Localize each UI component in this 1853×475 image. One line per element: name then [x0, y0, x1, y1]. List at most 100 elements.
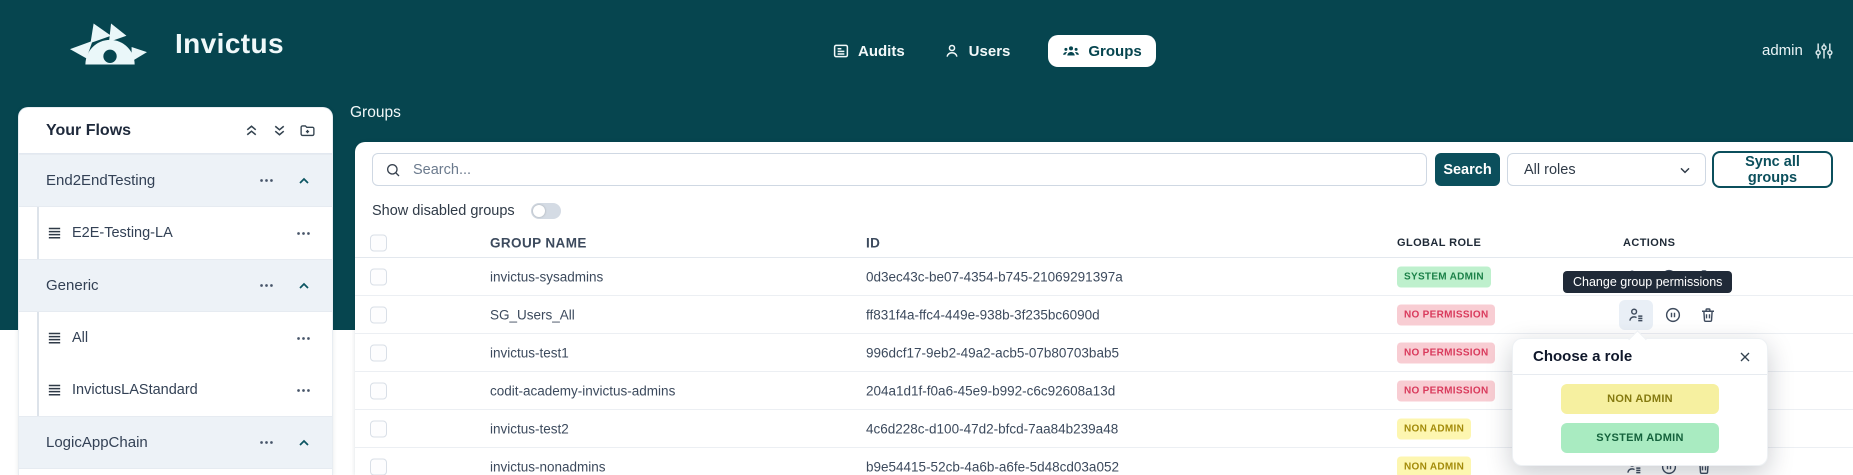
show-disabled-label: Show disabled groups — [372, 203, 515, 219]
change-permissions-tooltip: Change group permissions — [1563, 271, 1732, 293]
sidebar-flow-group[interactable]: LogicAppChain — [19, 416, 332, 469]
show-disabled-row: Show disabled groups — [372, 202, 561, 219]
add-folder-icon[interactable] — [299, 122, 316, 139]
chevron-down-icon — [1677, 162, 1693, 178]
row-checkbox[interactable] — [370, 420, 387, 437]
sidebar-flow-group[interactable]: End2EndTesting — [19, 154, 332, 207]
more-options-icon[interactable] — [295, 330, 312, 347]
sidebar-toolbar — [243, 122, 316, 139]
row-checkbox[interactable] — [370, 344, 387, 361]
indent-line — [37, 312, 39, 364]
group-id-cell: 204a1d1f-f0a6-45e9-b992-c6c92608a13d — [866, 383, 1115, 398]
more-options-icon[interactable] — [295, 225, 312, 242]
flow-item-label: E2E-Testing-LA — [72, 225, 295, 241]
sidebar-flow-item[interactable]: InvictusLAStandard — [19, 364, 332, 416]
groups-icon — [1062, 42, 1080, 60]
tab-users[interactable]: Users — [943, 42, 1011, 60]
sidebar-flow-item[interactable]: All — [19, 312, 332, 364]
row-checkbox[interactable] — [370, 306, 387, 323]
tab-groups[interactable]: Groups — [1048, 35, 1155, 67]
role-option-non-admin[interactable]: NON ADMIN — [1561, 384, 1719, 414]
current-user-label[interactable]: admin — [1762, 42, 1803, 59]
role-badge: NON ADMIN — [1397, 418, 1471, 439]
sidebar-header: Your Flows — [19, 108, 332, 154]
delete-group-button[interactable] — [1693, 300, 1723, 330]
sidebar-flow-group[interactable]: Generic — [19, 259, 332, 312]
flow-list-icon — [46, 382, 63, 399]
pause-circle-icon — [1664, 306, 1682, 324]
row-checkbox[interactable] — [370, 382, 387, 399]
select-all-checkbox[interactable] — [370, 234, 387, 251]
role-badge: NON ADMIN — [1397, 456, 1471, 475]
group-id-cell: 996dcf17-9eb2-49a2-acb5-07b80703bab5 — [866, 345, 1119, 360]
global-role-cell: NO PERMISSION — [1397, 342, 1495, 363]
group-id-cell: 4c6d228c-d100-47d2-bfcd-7aa84b239a48 — [866, 421, 1118, 436]
flows-sidebar: Your Flows End2EndTesting — [18, 107, 333, 475]
main-nav: Audits Users Groups — [832, 28, 1156, 74]
sidebar-title: Your Flows — [46, 122, 243, 140]
brand-name: Invictus — [175, 28, 284, 60]
indent-line — [37, 207, 39, 259]
global-role-cell: NO PERMISSION — [1397, 380, 1495, 401]
flow-list-icon — [46, 225, 63, 242]
group-table-row: SG_Users_All ff831f4a-ffc4-449e-938b-3f2… — [355, 296, 1853, 334]
chevron-up-icon[interactable] — [296, 435, 312, 451]
role-badge: NO PERMISSION — [1397, 342, 1495, 363]
audits-icon — [832, 42, 850, 60]
role-badge: SYSTEM ADMIN — [1397, 266, 1491, 287]
role-badge: NO PERMISSION — [1397, 380, 1495, 401]
group-name-cell: codit-academy-invictus-admins — [490, 383, 675, 398]
settings-sliders-icon[interactable] — [1814, 41, 1834, 61]
table-header-row: GROUP NAME ID GLOBAL ROLE ACTIONS — [355, 228, 1853, 258]
group-name-cell: SG_Users_All — [490, 307, 575, 322]
tab-audits[interactable]: Audits — [832, 42, 905, 60]
tab-groups-label: Groups — [1088, 43, 1141, 60]
chevron-up-icon[interactable] — [296, 278, 312, 294]
search-input[interactable] — [411, 161, 1414, 179]
col-global-role: GLOBAL ROLE — [1397, 237, 1481, 249]
tab-audits-label: Audits — [858, 43, 905, 60]
col-group-name: GROUP NAME — [490, 235, 587, 250]
search-button[interactable]: Search — [1435, 153, 1500, 186]
page-title: Groups — [350, 104, 401, 122]
flow-list-icon — [46, 330, 63, 347]
close-icon[interactable] — [1737, 349, 1753, 365]
flow-group-label: LogicAppChain — [46, 434, 258, 451]
invictus-logo-icon — [70, 22, 148, 68]
row-checkbox[interactable] — [370, 268, 387, 285]
sidebar-rows: End2EndTesting E2E-Testing-LA Generic Al… — [19, 154, 332, 469]
role-badge: NO PERMISSION — [1397, 304, 1495, 325]
group-name-cell: invictus-test2 — [490, 421, 569, 436]
user-permissions-icon — [1627, 306, 1645, 324]
row-checkbox[interactable] — [370, 458, 387, 475]
more-options-icon[interactable] — [258, 172, 275, 189]
roles-filter-select[interactable]: All roles — [1507, 153, 1706, 186]
chevron-up-icon[interactable] — [296, 173, 312, 189]
more-options-icon[interactable] — [258, 277, 275, 294]
global-role-cell: NO PERMISSION — [1397, 304, 1495, 325]
indent-line — [37, 364, 39, 416]
global-role-cell: NON ADMIN — [1397, 456, 1471, 475]
trash-icon — [1699, 306, 1717, 324]
group-name-cell: invictus-nonadmins — [490, 459, 606, 474]
global-role-cell: SYSTEM ADMIN — [1397, 266, 1491, 287]
popover-title: Choose a role — [1533, 348, 1737, 365]
flow-item-label: InvictusLAStandard — [72, 382, 295, 398]
show-disabled-toggle[interactable] — [531, 203, 561, 219]
role-option-system-admin[interactable]: SYSTEM ADMIN — [1561, 423, 1719, 453]
expand-all-icon[interactable] — [271, 122, 288, 139]
change-permissions-button[interactable] — [1619, 300, 1653, 330]
search-box — [372, 153, 1427, 186]
roles-filter-value: All roles — [1524, 162, 1677, 178]
more-options-icon[interactable] — [258, 434, 275, 451]
choose-role-popover: Choose a role NON ADMIN SYSTEM ADMIN — [1512, 338, 1768, 466]
global-role-cell: NON ADMIN — [1397, 418, 1471, 439]
sidebar-flow-item[interactable]: E2E-Testing-LA — [19, 207, 332, 259]
popover-options: NON ADMIN SYSTEM ADMIN — [1513, 375, 1767, 465]
collapse-all-icon[interactable] — [243, 122, 260, 139]
disable-group-button[interactable] — [1658, 300, 1688, 330]
sync-all-groups-button[interactable]: Sync all groups — [1712, 151, 1833, 188]
more-options-icon[interactable] — [295, 382, 312, 399]
flow-group-label: End2EndTesting — [46, 172, 258, 189]
col-actions: ACTIONS — [1623, 237, 1675, 249]
